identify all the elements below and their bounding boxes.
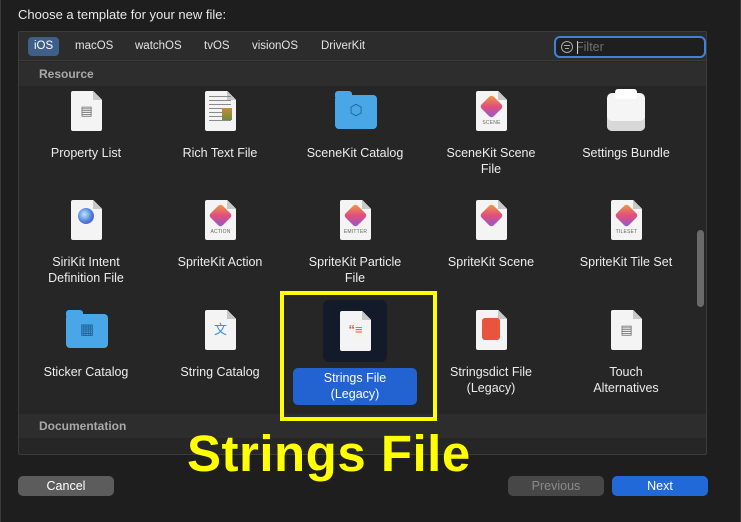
tab-watchos[interactable]: watchOS bbox=[129, 37, 188, 56]
template-label: Settings Bundle bbox=[582, 146, 670, 160]
template-spritekit-action[interactable]: ACTION SpriteKit Action bbox=[156, 198, 284, 270]
template-string-catalog[interactable]: 文 String Catalog bbox=[156, 308, 284, 380]
template-settings-bundle[interactable]: Settings Bundle bbox=[562, 89, 690, 161]
template-property-list[interactable]: ▤ Property List bbox=[22, 89, 150, 161]
text-cursor bbox=[577, 41, 578, 54]
template-stringsdict-file-legacy[interactable]: Stringsdict File (Legacy) bbox=[427, 308, 555, 396]
template-spritekit-scene[interactable]: SpriteKit Scene bbox=[427, 198, 555, 270]
template-label: String Catalog bbox=[180, 365, 260, 379]
section-header-resource: Resource bbox=[19, 62, 706, 86]
template-label: SpriteKit Scene bbox=[447, 255, 535, 269]
template-label: Property List bbox=[50, 146, 122, 160]
platform-bar: iOS macOS watchOS tvOS visionOS DriverKi… bbox=[19, 32, 706, 61]
template-label: SiriKit Intent Definition File bbox=[48, 255, 124, 285]
dialog-prompt: Choose a template for your new file: bbox=[18, 7, 227, 22]
template-scenekit-catalog[interactable]: ⬡ SceneKit Catalog bbox=[291, 89, 419, 161]
template-sticker-catalog[interactable]: ▦ Sticker Catalog bbox=[22, 308, 150, 380]
template-label: SceneKit Scene File bbox=[446, 146, 536, 176]
tab-macos[interactable]: macOS bbox=[69, 37, 119, 56]
template-spritekit-particle-file[interactable]: EMITTER SpriteKit Particle File bbox=[291, 198, 419, 286]
filter-input[interactable] bbox=[576, 39, 701, 55]
template-label: Stringsdict File (Legacy) bbox=[450, 365, 532, 395]
template-rich-text-file[interactable]: Rich Text File bbox=[156, 89, 284, 161]
template-scenekit-scene-file[interactable]: SCENE SceneKit Scene File bbox=[427, 89, 555, 177]
vertical-scrollbar[interactable] bbox=[697, 230, 704, 307]
annotation-label: Strings File bbox=[187, 425, 471, 482]
filter-field[interactable] bbox=[554, 36, 706, 58]
tab-driverkit[interactable]: DriverKit bbox=[315, 37, 371, 56]
tab-visionos[interactable]: visionOS bbox=[246, 37, 304, 56]
annotation-highlight-box bbox=[280, 291, 437, 421]
template-spritekit-tile-set[interactable]: TILESET SpriteKit Tile Set bbox=[562, 198, 690, 270]
tab-tvos[interactable]: tvOS bbox=[198, 37, 236, 56]
template-label: SceneKit Catalog bbox=[306, 146, 404, 160]
template-label: SpriteKit Particle File bbox=[308, 255, 402, 285]
new-file-dialog: Choose a template for your new file: iOS… bbox=[0, 0, 741, 522]
template-label: Rich Text File bbox=[182, 146, 258, 160]
template-label: SpriteKit Tile Set bbox=[579, 255, 673, 269]
settings-bundle-icon bbox=[607, 89, 645, 131]
cancel-button[interactable]: Cancel bbox=[18, 476, 114, 496]
template-sirikit-intent[interactable]: SiriKit Intent Definition File bbox=[22, 198, 150, 286]
template-label: Sticker Catalog bbox=[43, 365, 129, 379]
filter-icon bbox=[561, 41, 573, 53]
tab-ios[interactable]: iOS bbox=[28, 37, 60, 56]
next-button[interactable]: Next bbox=[612, 476, 708, 496]
template-label: SpriteKit Action bbox=[177, 255, 263, 269]
previous-button[interactable]: Previous bbox=[508, 476, 604, 496]
template-label: Touch Alternatives bbox=[593, 365, 659, 395]
template-touch-alternatives[interactable]: ▤ Touch Alternatives bbox=[562, 308, 690, 396]
